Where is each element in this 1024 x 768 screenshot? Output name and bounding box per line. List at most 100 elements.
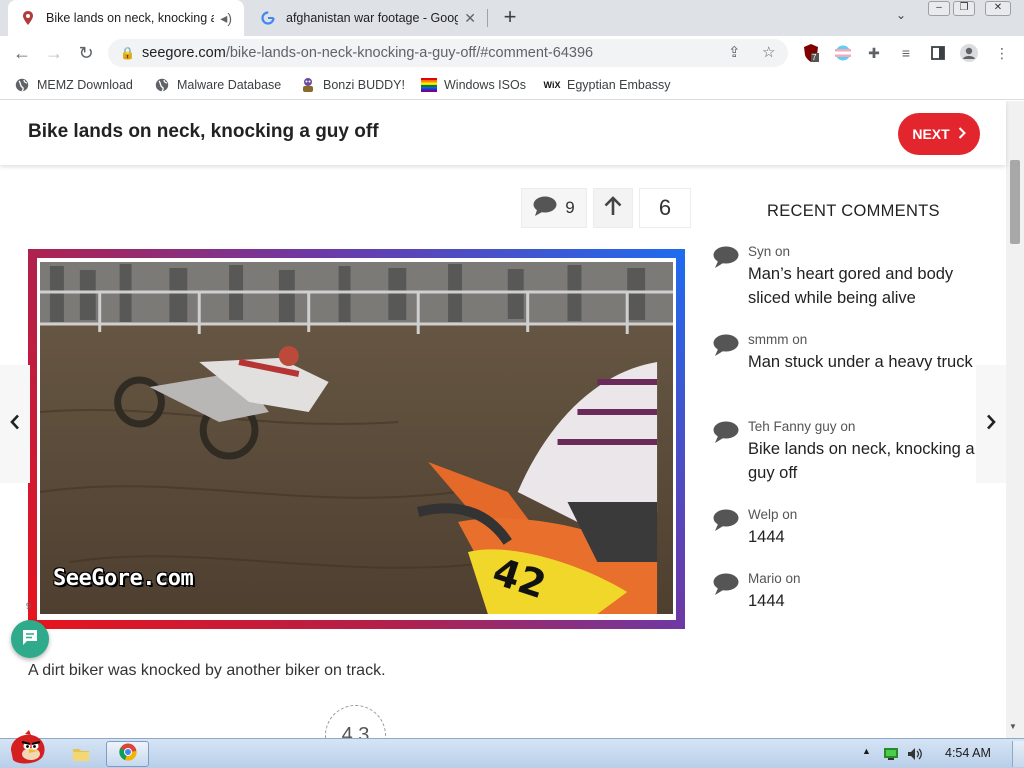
- media-control-icon[interactable]: ≡: [897, 44, 915, 62]
- chat-icon: [21, 628, 39, 651]
- bookmark-label: MEMZ Download: [37, 78, 133, 92]
- scrollbar-thumb[interactable]: [1010, 160, 1020, 244]
- extension-badge: 7: [812, 53, 817, 62]
- recent-comment-item: Syn on Man’s heart gored and body sliced…: [713, 244, 985, 314]
- sticky-header: Bike lands on neck, knocking a guy off N…: [0, 101, 1006, 165]
- comment-bubble-icon: [713, 421, 739, 443]
- site-favicon-icon: [20, 10, 36, 26]
- comment-author-line: Syn on: [748, 244, 790, 259]
- file-explorer-icon[interactable]: [70, 741, 92, 767]
- tab-close-icon[interactable]: ✕: [464, 10, 476, 27]
- bookmark-label: Malware Database: [177, 78, 282, 92]
- new-tab-button[interactable]: +: [498, 5, 522, 29]
- comment-post-link[interactable]: 1444: [748, 525, 984, 549]
- browser-menu-icon[interactable]: ⋮: [993, 44, 1011, 62]
- comment-bubble-icon: [713, 573, 739, 595]
- comment-author[interactable]: Mario: [748, 571, 782, 586]
- comment-author[interactable]: Syn: [748, 244, 771, 259]
- upvote-button[interactable]: [593, 188, 633, 228]
- comment-bubble-icon: [713, 246, 739, 268]
- windows-taskbar: ▲ 4:54 AM: [0, 729, 1024, 768]
- bookmark-star-icon[interactable]: ☆: [762, 39, 775, 67]
- reload-button[interactable]: ↻: [74, 41, 98, 65]
- bookmark-windows-isos[interactable]: Windows ISOs: [421, 76, 526, 94]
- vote-count: 6: [639, 188, 691, 228]
- recent-comment-item: smmm on Man stuck under a heavy truck: [713, 332, 985, 402]
- comment-post-link[interactable]: Man stuck under a heavy truck: [748, 350, 984, 374]
- tab-divider: [487, 9, 488, 27]
- url-path: /bike-lands-on-neck-knocking-a-guy-off/#…: [225, 45, 594, 61]
- recent-comment-item: Mario on 1444: [713, 571, 985, 619]
- tab-active[interactable]: Bike lands on neck, knocking a guy off ◂…: [8, 0, 244, 36]
- network-icon[interactable]: [882, 741, 900, 767]
- on-word: on: [792, 332, 808, 347]
- chat-fab-button[interactable]: [11, 620, 49, 658]
- rating-circle: 4.3: [325, 705, 386, 738]
- bookmark-label: Windows ISOs: [444, 78, 526, 92]
- bookmark-memz[interactable]: MEMZ Download: [14, 76, 133, 94]
- bookmark-malware-database[interactable]: Malware Database: [154, 76, 281, 94]
- gif-frame: 42 SeeGore.com: [28, 249, 685, 629]
- tab-search-chevron-icon[interactable]: ⌄: [896, 8, 906, 22]
- bookmark-label: Egyptian Embassy: [567, 78, 671, 92]
- side-panel-icon[interactable]: [929, 44, 947, 62]
- comment-author-line: Welp on: [748, 507, 797, 522]
- comment-author[interactable]: Teh Fanny guy: [748, 419, 837, 434]
- share-icon[interactable]: ⇪: [728, 39, 741, 67]
- gif-frame-counter: 9: [26, 601, 32, 611]
- arrow-up-icon: [604, 195, 622, 221]
- comment-count-button[interactable]: 9: [521, 188, 587, 228]
- tray-overflow-icon[interactable]: ▲: [862, 746, 871, 756]
- next-label: NEXT: [912, 126, 950, 142]
- profile-avatar-icon[interactable]: [960, 44, 978, 62]
- start-button[interactable]: [4, 729, 50, 768]
- clock-time[interactable]: 4:54 AM: [945, 746, 991, 760]
- comment-post-link[interactable]: Bike lands on neck, knocking a guy off: [748, 437, 984, 485]
- gif-player[interactable]: 42 SeeGore.com: [37, 258, 676, 620]
- bookmark-egyptian-embassy[interactable]: WiX Egyptian Embassy: [544, 76, 671, 94]
- tab-title: afghanistan war footage - Google Search: [286, 11, 459, 25]
- chevron-right-icon: [986, 414, 996, 435]
- tab-inactive[interactable]: afghanistan war footage - Google Search …: [248, 0, 488, 36]
- extensions-puzzle-icon[interactable]: ✚: [865, 44, 883, 62]
- on-word: on: [775, 244, 791, 259]
- on-word: on: [782, 507, 798, 522]
- scroll-down-arrow-icon[interactable]: ▼: [1009, 722, 1017, 731]
- close-window-button[interactable]: ✕: [985, 1, 1011, 16]
- url-domain: seegore.com: [142, 45, 226, 61]
- lock-icon: 🔒: [120, 46, 135, 60]
- comment-post-link[interactable]: Man’s heart gored and body sliced while …: [748, 262, 984, 310]
- address-bar[interactable]: 🔒 seegore.com/bike-lands-on-neck-knockin…: [108, 39, 788, 67]
- comment-count: 9: [565, 198, 575, 217]
- comment-bubble-icon: [533, 196, 557, 221]
- back-button[interactable]: ←: [10, 41, 34, 65]
- post-stats: 9 6: [521, 188, 691, 228]
- comment-bubble-icon: [713, 334, 739, 356]
- on-word: on: [840, 419, 856, 434]
- next-button[interactable]: NEXT: [898, 113, 980, 155]
- chevron-right-icon: [958, 126, 966, 142]
- seegore-watermark: SeeGore.com: [53, 566, 194, 591]
- audio-icon[interactable]: ◂): [220, 10, 232, 27]
- globe-icon: [14, 77, 30, 93]
- comment-post-link[interactable]: 1444: [748, 589, 984, 613]
- trans-flag-extension-icon[interactable]: [834, 44, 852, 62]
- recent-comments-heading: RECENT COMMENTS: [767, 202, 940, 220]
- comment-author-line: Teh Fanny guy on: [748, 419, 855, 434]
- ublock-extension-icon[interactable]: 7: [802, 44, 820, 62]
- restore-button[interactable]: ❐: [953, 1, 975, 16]
- tab-strip: Bike lands on neck, knocking a guy off ◂…: [0, 0, 1024, 36]
- forward-button[interactable]: →: [42, 41, 66, 65]
- rainbow-flag-icon: [421, 77, 437, 93]
- gif-scene-image: 42: [40, 262, 673, 614]
- comment-author[interactable]: smmm: [748, 332, 789, 347]
- bookmark-bonzi-buddy[interactable]: Bonzi BUDDY!: [300, 76, 405, 94]
- bookmark-label: Bonzi BUDDY!: [323, 78, 405, 92]
- page-title: Bike lands on neck, knocking a guy off: [28, 121, 379, 142]
- volume-icon[interactable]: [906, 741, 924, 767]
- comment-author[interactable]: Welp: [748, 507, 779, 522]
- taskbar-chrome-button[interactable]: [106, 741, 149, 767]
- minimize-button[interactable]: –: [928, 1, 950, 16]
- previous-post-button[interactable]: [0, 365, 30, 483]
- show-desktop-button[interactable]: [1012, 741, 1024, 767]
